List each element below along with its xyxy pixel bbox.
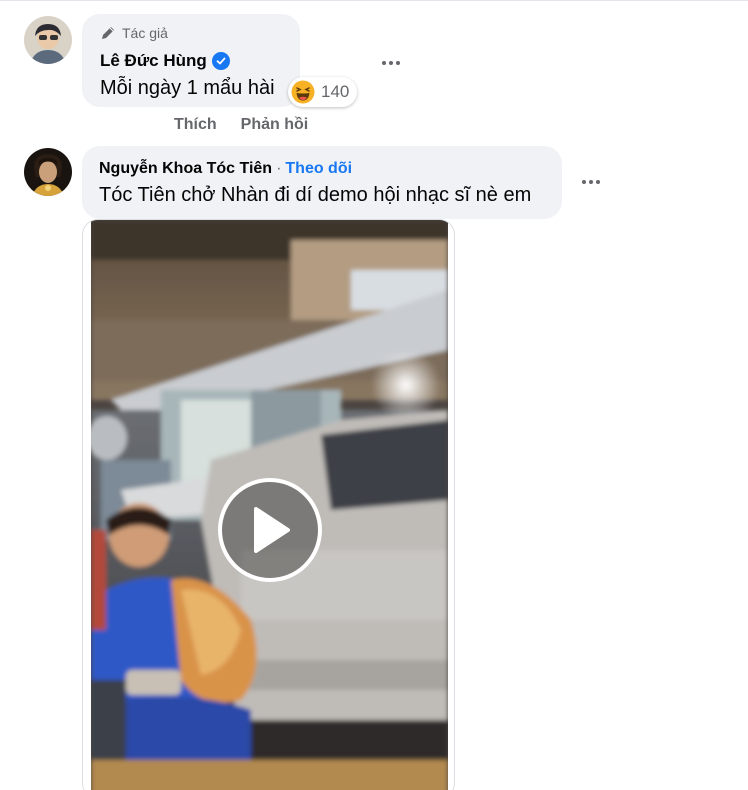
dot-icon — [382, 61, 386, 65]
dot-icon — [589, 180, 593, 184]
like-button[interactable]: Thích — [174, 116, 217, 134]
more-options-button-1[interactable] — [376, 53, 406, 73]
top-divider — [0, 0, 748, 1]
comment-text-2: Tóc Tiên chở Nhàn đi dí demo hội nhạc sĩ… — [99, 184, 532, 206]
commenter-name-2: Nguyễn Khoa Tóc Tiên · Theo dõi — [99, 160, 352, 178]
avatar-toc-tien[interactable] — [24, 148, 72, 196]
commenter-name-1-text[interactable]: Lê Đức Hùng — [100, 51, 207, 71]
dot-icon — [582, 180, 586, 184]
author-badge: Tác giả — [100, 25, 168, 41]
reaction-count: 140 — [321, 82, 350, 101]
reply-button[interactable]: Phản hồi — [241, 116, 309, 134]
pencil-icon — [100, 25, 116, 41]
play-icon — [248, 505, 292, 555]
author-badge-label: Tác giả — [122, 25, 168, 41]
follow-button[interactable]: Theo dõi — [285, 160, 352, 178]
name-separator: · — [276, 160, 282, 177]
avatar-le-duc-hung[interactable] — [24, 16, 72, 64]
comment-text-1: Mỗi ngày 1 mẩu hài — [100, 77, 275, 99]
haha-emoji-icon — [291, 80, 315, 104]
comment-actions-1: Thích Phản hồi — [174, 116, 308, 134]
more-options-button-2[interactable] — [576, 172, 606, 192]
dot-icon — [396, 61, 400, 65]
video-thumbnail[interactable] — [91, 220, 448, 790]
commenter-name-1[interactable]: Lê Đức Hùng — [100, 51, 230, 71]
play-button[interactable] — [218, 478, 322, 582]
reaction-summary[interactable]: 140 — [288, 77, 358, 107]
commenter-name-2-text[interactable]: Nguyễn Khoa Tóc Tiên — [99, 160, 272, 178]
dot-icon — [389, 61, 393, 65]
verified-badge-icon — [211, 52, 230, 70]
video-attachment-card[interactable] — [82, 219, 455, 790]
dot-icon — [596, 180, 600, 184]
comment-bubble-2 — [82, 146, 562, 219]
